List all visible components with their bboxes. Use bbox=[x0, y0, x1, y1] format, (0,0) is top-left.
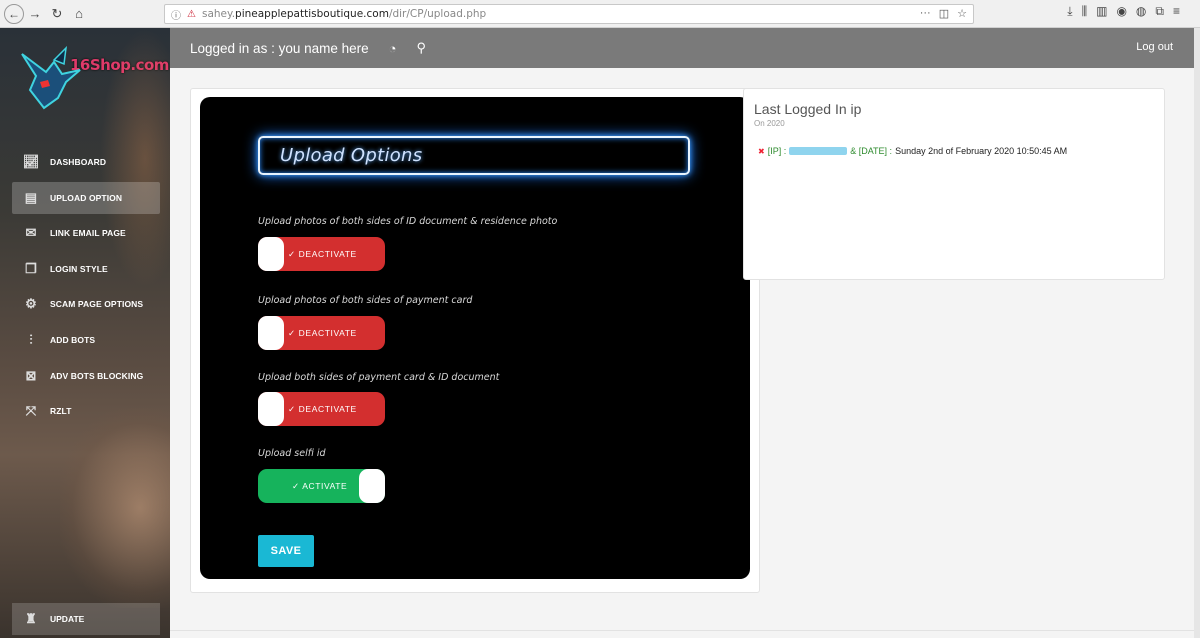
sidebar-item-scam-page-options[interactable]: ⚙ SCAM PAGE OPTIONS bbox=[12, 288, 160, 320]
last-login-subtitle: On 2020 bbox=[754, 119, 785, 128]
top-bar: Logged in as : you name here ◔ ⚲ Log out bbox=[170, 28, 1194, 68]
toggle-knob bbox=[258, 316, 284, 350]
mail-icon: ✉ bbox=[25, 225, 37, 241]
arrows-icon: ⤧ bbox=[25, 403, 37, 419]
insecure-lock-icon: ⚠ bbox=[187, 8, 196, 20]
option-label: Upload both sides of payment card & ID d… bbox=[258, 372, 500, 383]
url-text: sahey.pineapplepattisboutique.com/dir/CP… bbox=[201, 8, 487, 20]
document-icon: ❐ bbox=[25, 260, 37, 276]
toggle-payment-card[interactable]: ✓ DEACTIVATE bbox=[258, 316, 385, 350]
sidebar-item-label: LOGIN STYLE bbox=[50, 263, 108, 274]
sidebar: 16Shop.com 📈︎ DASHBOARD ▤ UPLOAD OPTION … bbox=[0, 28, 170, 638]
option-label: Upload selfi id bbox=[258, 448, 326, 459]
sidebar-item-add-bots[interactable]: ⫶ ADD BOTS bbox=[12, 324, 160, 356]
sidebar-item-rzlt[interactable]: ⤧ RZLT bbox=[12, 395, 160, 427]
sidebar-item-label: LINK EMAIL PAGE bbox=[50, 228, 126, 239]
more-icon[interactable]: ··· bbox=[920, 7, 931, 20]
login-entry: ✖ [IP] : & [DATE] : Sunday 2nd of Februa… bbox=[758, 146, 1067, 156]
toggle-state: ✓ DEACTIVATE bbox=[288, 403, 357, 414]
logout-link[interactable]: Log out bbox=[1136, 41, 1173, 53]
sidebar-item-label: SCAM PAGE OPTIONS bbox=[50, 299, 144, 310]
toggle-state: ✓ DEACTIVATE bbox=[288, 327, 357, 338]
sidebar-item-upload-option[interactable]: ▤ UPLOAD OPTION bbox=[12, 181, 160, 214]
divider bbox=[170, 630, 1194, 631]
bookmark-star-icon[interactable]: ☆ bbox=[957, 7, 967, 20]
sidebar-item-label: ADD BOTS bbox=[50, 334, 96, 345]
toggle-id-residence[interactable]: ✓ DEACTIVATE bbox=[258, 237, 385, 271]
sidebar-item-update[interactable]: ♜ UPDATE bbox=[12, 603, 160, 635]
rocket-icon: ♜ bbox=[25, 611, 37, 626]
menu-icon[interactable]: ≡ bbox=[1173, 4, 1180, 19]
logo bbox=[21, 46, 81, 110]
save-button[interactable]: SAVE bbox=[258, 535, 314, 567]
page-title-box: Upload Options bbox=[258, 136, 690, 175]
close-circle-icon: ✖ bbox=[758, 146, 765, 156]
screenshot-icon[interactable]: ⧉ bbox=[1155, 4, 1164, 19]
block-icon: ⊠ bbox=[25, 367, 37, 383]
home-icon[interactable]: ⌂ bbox=[68, 3, 90, 25]
back-icon[interactable]: ← bbox=[4, 3, 24, 24]
option-label: Upload photos of both sides of ID docume… bbox=[258, 216, 558, 227]
sidebar-item-dashboard[interactable]: 📈︎ DASHBOARD bbox=[12, 146, 160, 178]
toggle-state: ✓ ACTIVATE bbox=[292, 480, 348, 491]
extension-icon[interactable]: ◍ bbox=[1136, 4, 1146, 19]
sidebar-item-label: ADV BOTS BLOCKING bbox=[50, 370, 144, 381]
sidebar-toggle-icon[interactable]: ▥ bbox=[1096, 4, 1107, 19]
scrollbar[interactable] bbox=[1194, 28, 1200, 638]
info-icon: ⓘ bbox=[171, 10, 181, 22]
redacted-ip bbox=[789, 147, 848, 155]
last-login-title: Last Logged In ip bbox=[754, 101, 862, 117]
last-login-card: Last Logged In ip On 2020 ✖ [IP] : & [DA… bbox=[743, 88, 1165, 280]
sidebar-item-label: DASHBOARD bbox=[50, 157, 107, 167]
sidebar-item-label: UPDATE bbox=[50, 614, 85, 624]
toggle-knob bbox=[359, 469, 385, 503]
library-icon[interactable]: ⫼ bbox=[1082, 4, 1088, 19]
upload-icon: ▤ bbox=[24, 189, 38, 205]
sidebar-item-link-email-page[interactable]: ✉ LINK EMAIL PAGE bbox=[12, 217, 160, 249]
ip-tag: [IP] : bbox=[767, 146, 787, 156]
toggle-knob bbox=[258, 237, 284, 271]
reload-icon[interactable]: ↻ bbox=[46, 3, 68, 25]
date-tag: & [DATE] : bbox=[850, 146, 893, 156]
sidebar-item-adv-bots-blocking[interactable]: ⊠ ADV BOTS BLOCKING bbox=[12, 360, 160, 392]
toggle-state: ✓ DEACTIVATE bbox=[288, 248, 357, 259]
option-label: Upload photos of both sides of payment c… bbox=[258, 295, 473, 306]
dashboard-gauge-icon[interactable]: ◔ bbox=[389, 41, 397, 56]
account-icon[interactable]: ◉ bbox=[1116, 4, 1126, 19]
toggle-card-and-id[interactable]: ✓ DEACTIVATE bbox=[258, 392, 385, 426]
browser-toolbar: ← → ↻ ⌂ ⓘ ⚠ sahey.pineapplepattisboutiqu… bbox=[0, 0, 1200, 28]
toggle-knob bbox=[258, 392, 284, 426]
toggle-selfie-id[interactable]: ✓ ACTIVATE bbox=[258, 469, 385, 503]
chart-icon: 📈︎ bbox=[22, 154, 40, 169]
download-icon[interactable]: ⤓ bbox=[1067, 4, 1072, 19]
sidebar-item-login-style[interactable]: ❐ LOGIN STYLE bbox=[12, 253, 160, 285]
date-value: Sunday 2nd of February 2020 10:50:45 AM bbox=[895, 146, 1068, 156]
sidebar-item-label: RZLT bbox=[50, 406, 72, 417]
pocket-icon[interactable]: ◫ bbox=[939, 7, 949, 20]
forward-icon[interactable]: → bbox=[24, 3, 46, 25]
sidebar-item-label: UPLOAD OPTION bbox=[50, 192, 123, 203]
search-icon[interactable]: ⚲ bbox=[416, 40, 426, 56]
url-bar[interactable]: ⓘ ⚠ sahey.pineapplepattisboutique.com/di… bbox=[164, 4, 974, 24]
gear-icon: ⚙ bbox=[25, 296, 37, 312]
logged-in-text: Logged in as : you name here bbox=[190, 40, 369, 56]
sliders-icon: ⫶ bbox=[29, 331, 33, 347]
sidebar-menu: 📈︎ DASHBOARD ▤ UPLOAD OPTION ✉ LINK EMAI… bbox=[0, 146, 170, 431]
page-title: Upload Options bbox=[280, 145, 423, 166]
